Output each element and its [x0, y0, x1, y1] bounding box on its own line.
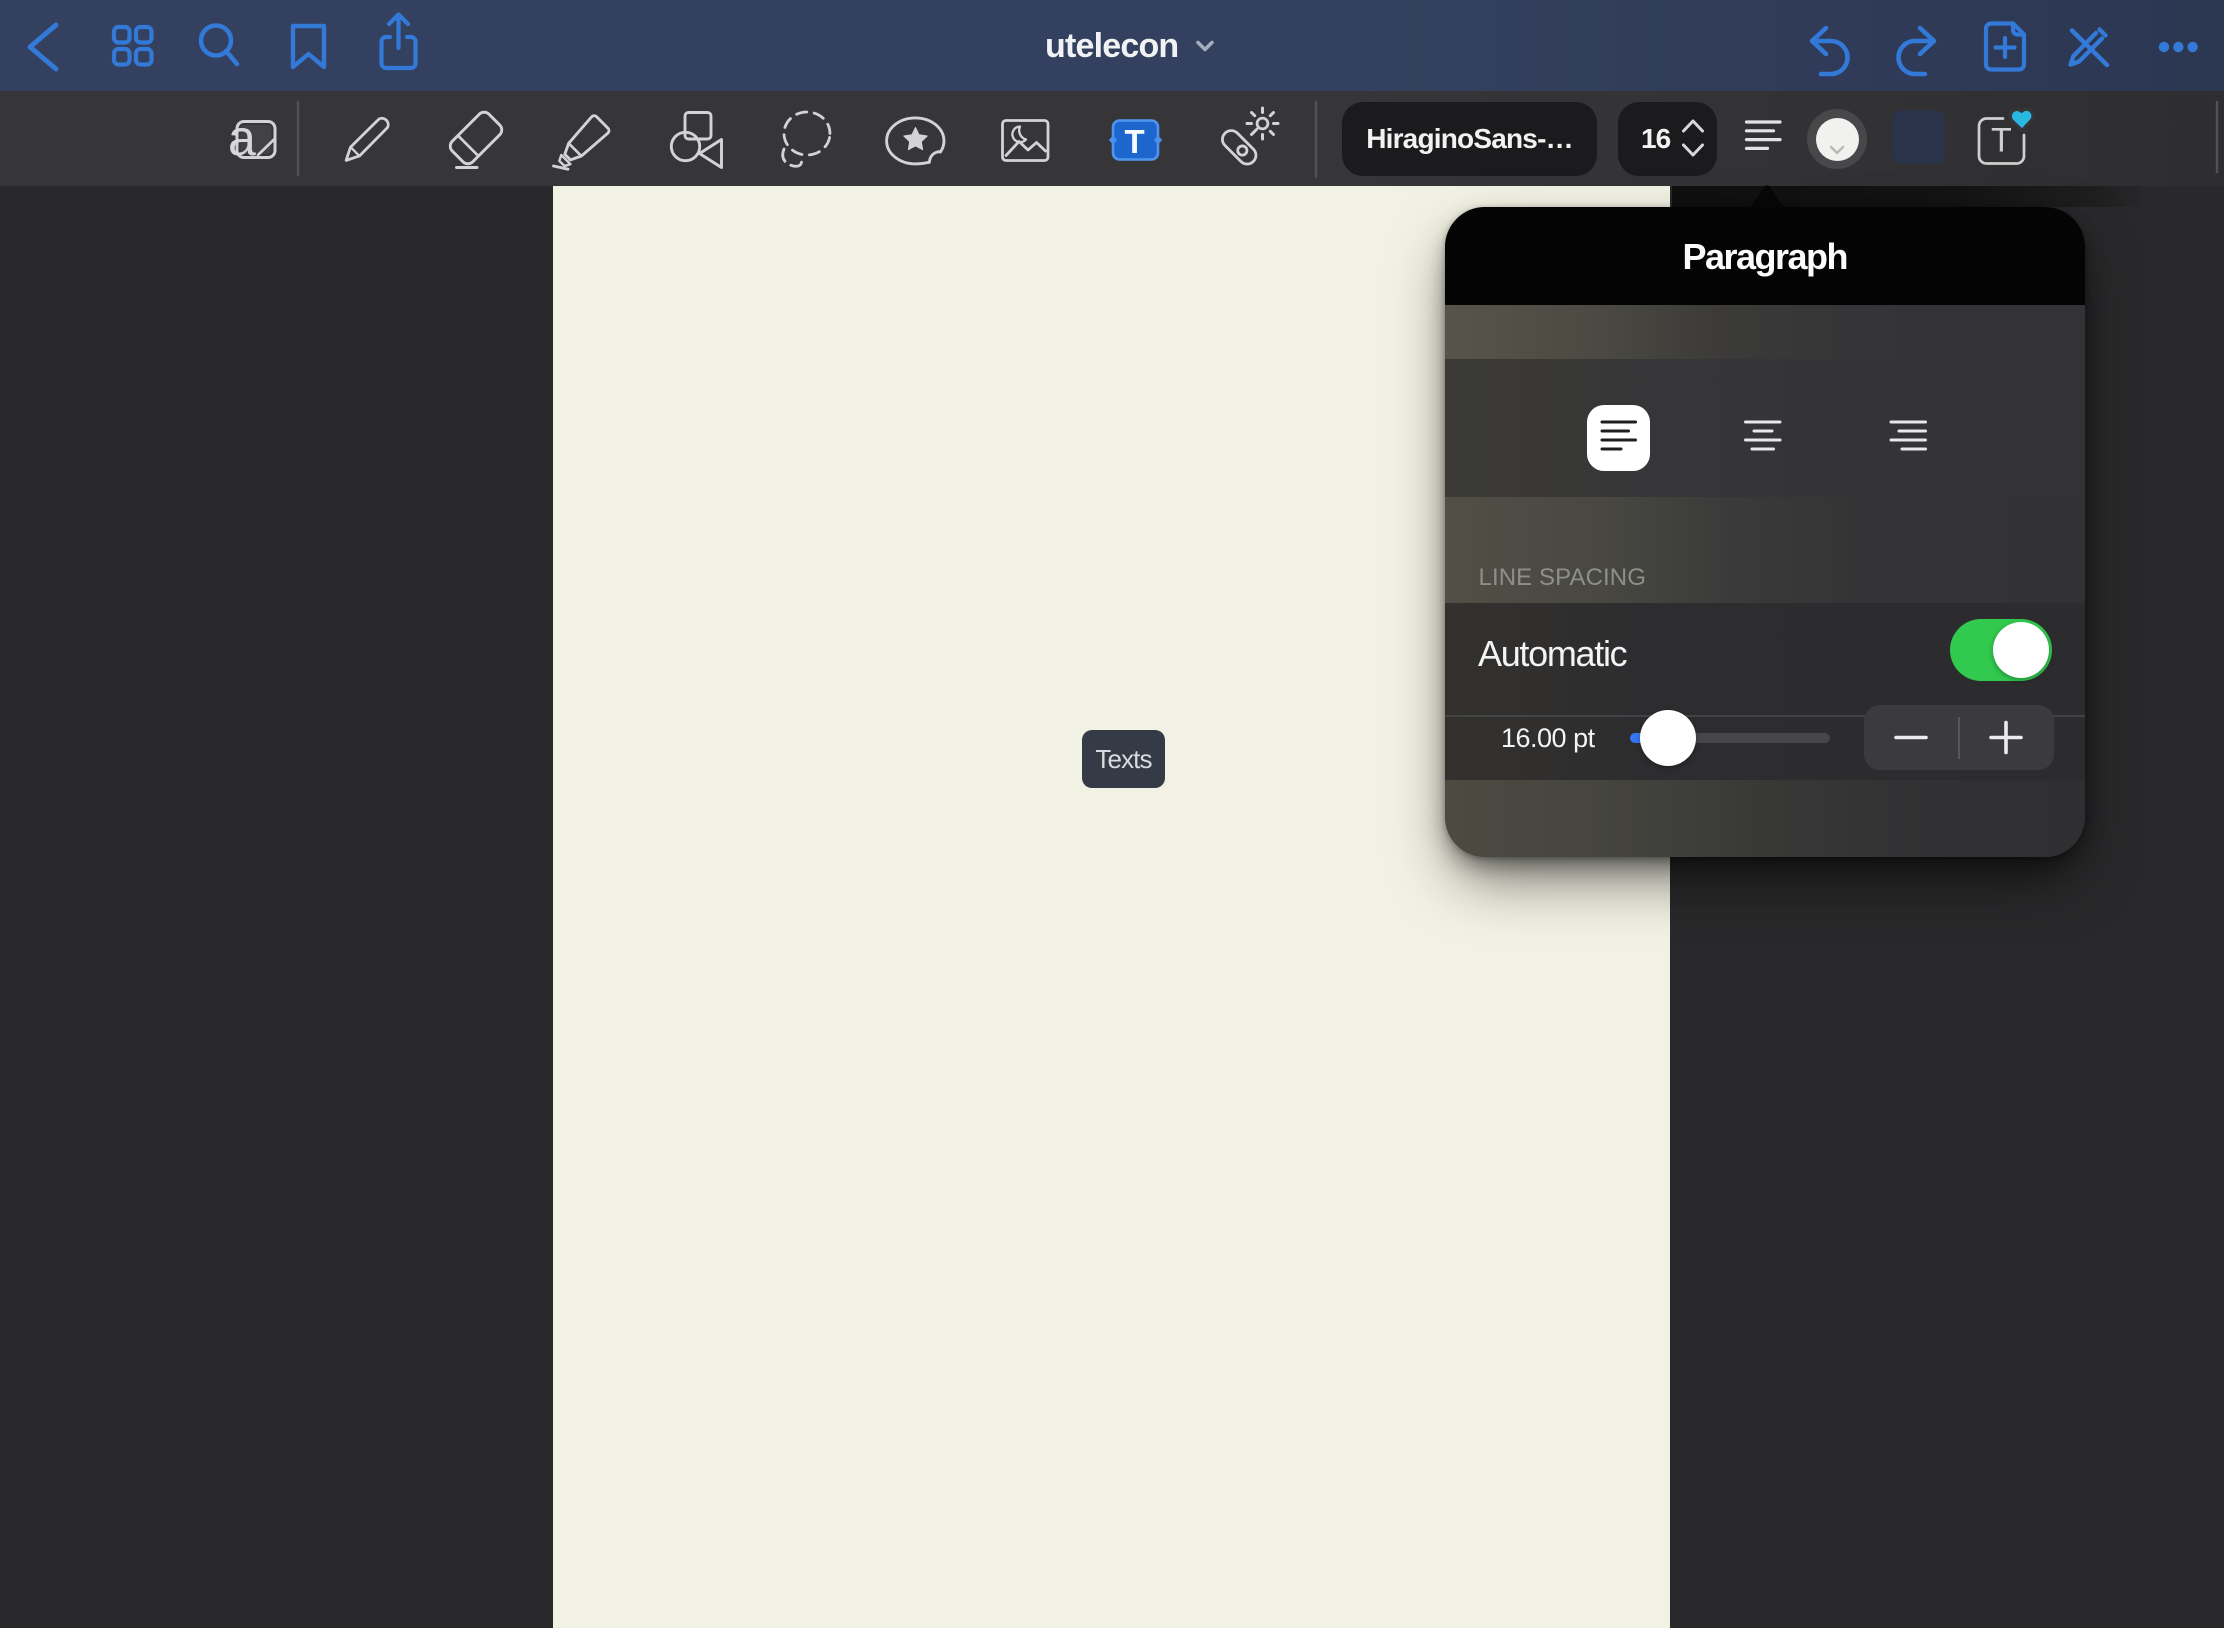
svg-text:T: T	[1125, 123, 1145, 160]
svg-text:T: T	[1991, 122, 2012, 160]
svg-text:a: a	[228, 110, 256, 166]
